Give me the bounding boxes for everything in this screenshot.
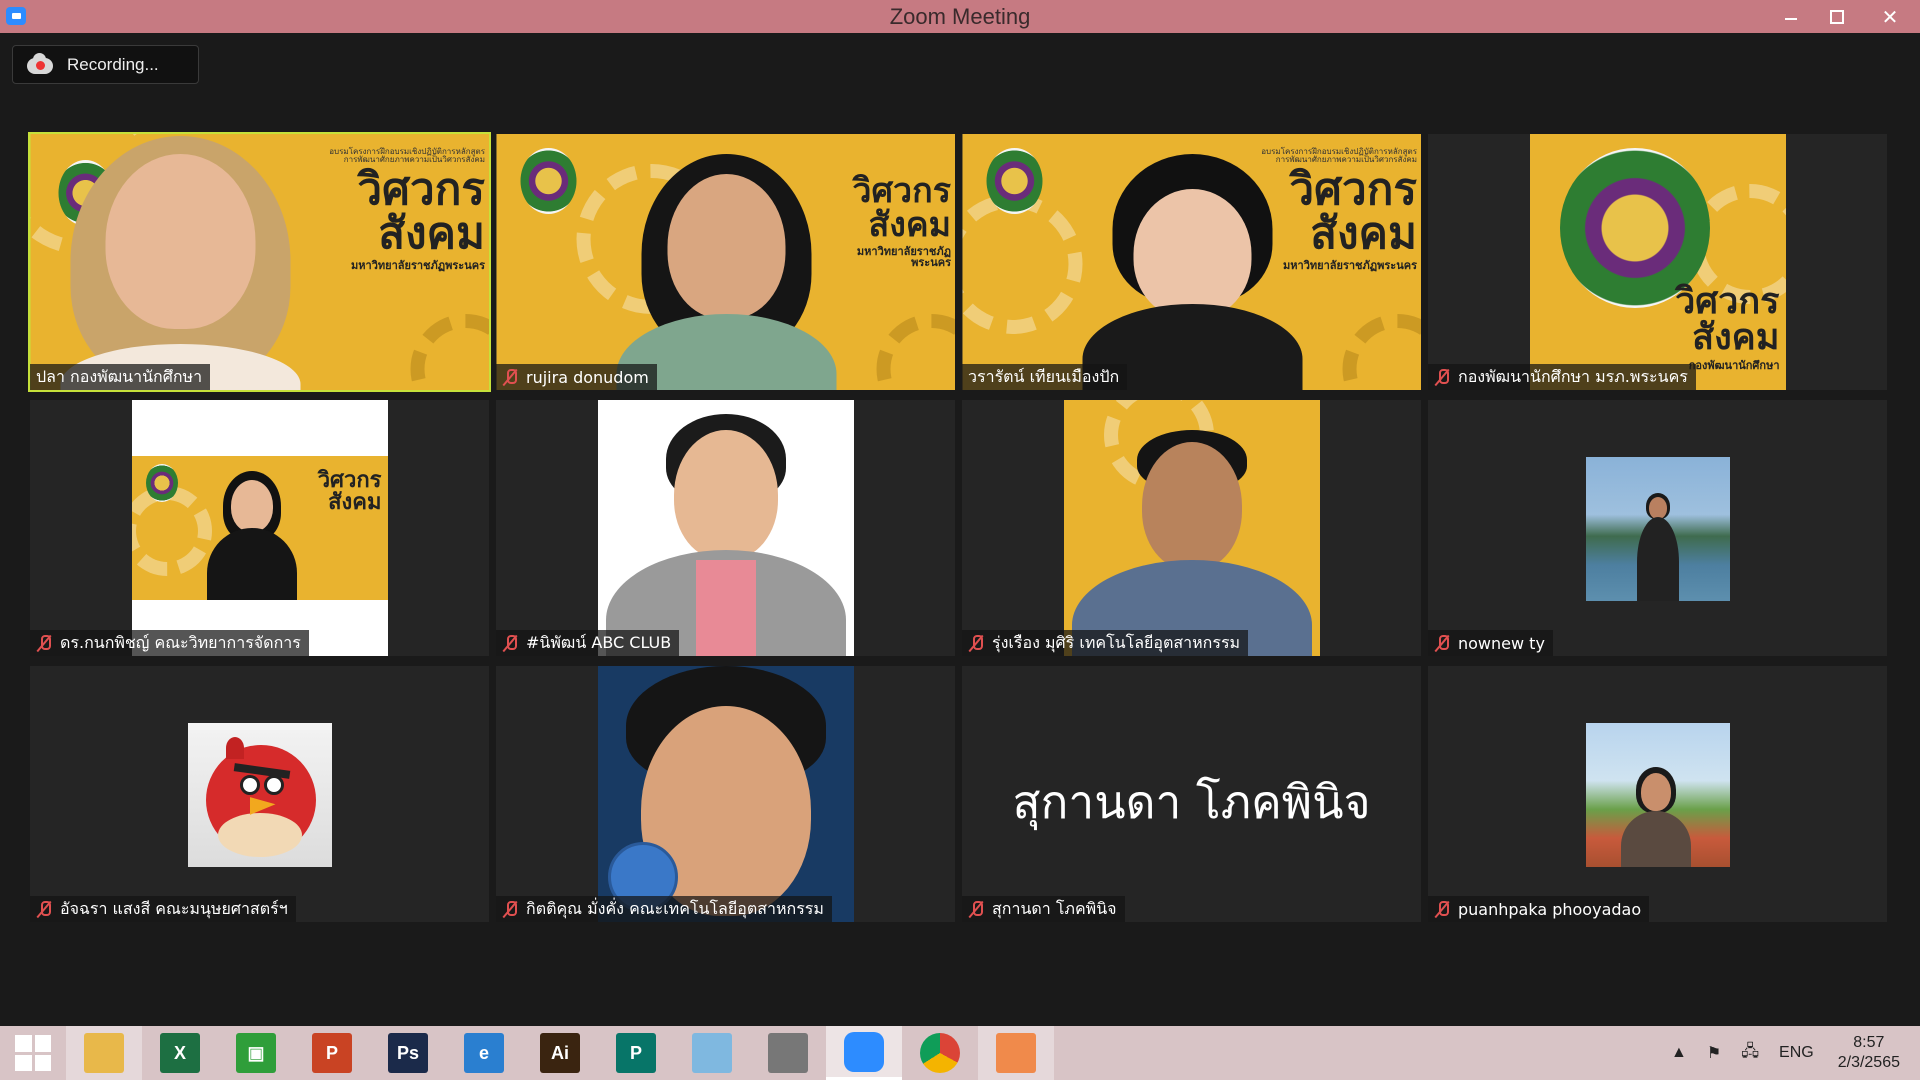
- taskbar-app-photoshop[interactable]: Ps: [370, 1026, 446, 1080]
- muted-mic-icon: [1434, 900, 1450, 918]
- taskbar-app-store[interactable]: ▣: [218, 1026, 294, 1080]
- muted-mic-icon: [502, 634, 518, 652]
- chrome-icon: [920, 1033, 960, 1073]
- participant-tile[interactable]: nownew ty: [1428, 400, 1887, 656]
- language-indicator[interactable]: ENG: [1769, 1026, 1824, 1080]
- start-button[interactable]: [0, 1026, 66, 1080]
- taskbar-apps: X ▣ P Ps e Ai P: [66, 1026, 1054, 1080]
- participant-name: #นิพัฒน์ ABC CLUB: [496, 630, 680, 656]
- participant-video: [1063, 400, 1320, 656]
- muted-mic-icon: [1434, 368, 1450, 386]
- participant-video: อบรมโครงการฝึกอบรมเชิงปฏิบัติการหลักสูตร…: [962, 134, 1421, 390]
- participant-display-name: สุกานดา โภคพินิจ: [1012, 775, 1371, 829]
- action-center-flag-icon[interactable]: ⚑: [1697, 1026, 1731, 1080]
- muted-mic-icon: [502, 368, 518, 386]
- photoscape-icon: [768, 1033, 808, 1073]
- taskbar: X ▣ P Ps e Ai P ▲ ⚑ 🖧 ENG 8:57 2/3/2565: [0, 1026, 1920, 1080]
- participant-video: วิศวกรสังคม: [131, 400, 388, 656]
- windows-logo-icon: [15, 1035, 51, 1071]
- participant-video: วิศวกรสังคม กองพัฒนานักศึกษา: [1529, 134, 1786, 390]
- title-bar: Zoom Meeting ✕: [0, 0, 1920, 33]
- participant-name: puanhpaka phooyadao: [1428, 896, 1650, 922]
- participant-video: วิศวกรสังคม มหาวิทยาลัยราชภัฏพระนคร: [496, 134, 955, 390]
- muted-mic-icon: [36, 900, 52, 918]
- muted-mic-icon: [502, 900, 518, 918]
- taskbar-app-photoscape[interactable]: [750, 1026, 826, 1080]
- taskbar-app-illustrator[interactable]: Ai: [522, 1026, 598, 1080]
- participant-name: nownew ty: [1428, 630, 1553, 656]
- participant-name: กิตติคุณ มั่งคั่ง คณะเทคโนโลยีอุตสาหกรรม: [496, 896, 832, 922]
- zoom-app-icon: [6, 7, 26, 25]
- participant-video: อบรมโครงการฝึกอบรมเชิงปฏิบัติการหลักสูตร…: [30, 134, 489, 390]
- photos-icon: [996, 1033, 1036, 1073]
- participant-gallery: อบรมโครงการฝึกอบรมเชิงปฏิบัติการหลักสูตร…: [28, 132, 1890, 926]
- taskbar-app-photos[interactable]: [978, 1026, 1054, 1080]
- system-tray: ▲ ⚑ 🖧 ENG 8:57 2/3/2565: [1661, 1026, 1920, 1080]
- taskbar-app-notes[interactable]: [674, 1026, 750, 1080]
- participant-tile[interactable]: #นิพัฒน์ ABC CLUB: [496, 400, 955, 656]
- participant-name: อัจฉรา แสงสี คณะมนุษยศาสตร์ฯ: [30, 896, 296, 922]
- recording-indicator[interactable]: Recording...: [12, 45, 199, 84]
- participant-tile[interactable]: สุกานดา โภคพินิจ สุกานดา โภคพินิจ: [962, 666, 1421, 922]
- clock-time: 8:57: [1853, 1034, 1885, 1051]
- taskbar-app-internet-explorer[interactable]: e: [446, 1026, 522, 1080]
- clock[interactable]: 8:57 2/3/2565: [1824, 1026, 1920, 1080]
- participant-video: [597, 400, 854, 656]
- muted-mic-icon: [36, 634, 52, 652]
- participant-avatar: [187, 723, 332, 867]
- taskbar-app-file-explorer[interactable]: [66, 1026, 142, 1080]
- photoshop-icon: Ps: [388, 1033, 428, 1073]
- taskbar-app-excel[interactable]: X: [142, 1026, 218, 1080]
- participant-avatar: [1585, 723, 1730, 867]
- muted-mic-icon: [968, 900, 984, 918]
- clock-date: 2/3/2565: [1837, 1054, 1900, 1071]
- participant-name: ปลา กองพัฒนานักศึกษา: [30, 364, 211, 390]
- participant-tile[interactable]: กิตติคุณ มั่งคั่ง คณะเทคโนโลยีอุตสาหกรรม: [496, 666, 955, 922]
- minimize-button[interactable]: [1768, 0, 1814, 33]
- recording-label: Recording...: [67, 54, 159, 74]
- taskbar-app-chrome[interactable]: [902, 1026, 978, 1080]
- participant-video: [597, 666, 854, 922]
- network-icon[interactable]: 🖧: [1731, 1026, 1769, 1080]
- participant-name: ดร.กนกพิชญ์ คณะวิทยาการจัดการ: [30, 630, 309, 656]
- participant-tile[interactable]: อบรมโครงการฝึกอบรมเชิงปฏิบัติการหลักสูตร…: [28, 132, 491, 392]
- participant-name: สุกานดา โภคพินิจ: [962, 896, 1125, 922]
- zoom-icon: [844, 1031, 884, 1072]
- participant-name: กองพัฒนานักศึกษา มรภ.พระนคร: [1428, 364, 1696, 390]
- file-explorer-icon: [84, 1033, 124, 1073]
- internet-explorer-icon: e: [464, 1033, 504, 1073]
- taskbar-app-publisher[interactable]: P: [598, 1026, 674, 1080]
- participant-tile[interactable]: puanhpaka phooyadao: [1428, 666, 1887, 922]
- notes-icon: [692, 1033, 732, 1073]
- participant-tile[interactable]: วิศวกรสังคม มหาวิทยาลัยราชภัฏพระนคร ruji…: [496, 134, 955, 390]
- participant-tile[interactable]: รุ่งเรือง มุศิริ เทคโนโลยีอุตสาหกรรม: [962, 400, 1421, 656]
- participant-avatar: [1585, 457, 1730, 601]
- muted-mic-icon: [968, 634, 984, 652]
- excel-icon: X: [160, 1033, 200, 1073]
- illustrator-icon: Ai: [540, 1033, 580, 1073]
- participant-tile[interactable]: วิศวกรสังคม ดร.กนกพิชญ์ คณะวิทยาการจัดกา…: [30, 400, 489, 656]
- chevron-up-icon[interactable]: ▲: [1661, 1026, 1697, 1080]
- taskbar-app-zoom[interactable]: [826, 1026, 902, 1080]
- participant-tile[interactable]: อบรมโครงการฝึกอบรมเชิงปฏิบัติการหลักสูตร…: [962, 134, 1421, 390]
- store-icon: ▣: [236, 1033, 276, 1073]
- close-button[interactable]: ✕: [1860, 0, 1920, 33]
- powerpoint-icon: P: [312, 1033, 352, 1073]
- taskbar-app-powerpoint[interactable]: P: [294, 1026, 370, 1080]
- window-controls: ✕: [1768, 0, 1920, 33]
- participant-name: รุ่งเรือง มุศิริ เทคโนโลยีอุตสาหกรรม: [962, 630, 1249, 656]
- cloud-recording-icon: [27, 52, 53, 75]
- participant-name: วรารัตน์ เทียนเมืองปัก: [962, 364, 1128, 390]
- participant-tile[interactable]: วิศวกรสังคม กองพัฒนานักศึกษา กองพัฒนานัก…: [1428, 134, 1887, 390]
- publisher-icon: P: [616, 1033, 656, 1073]
- restore-button[interactable]: [1814, 0, 1860, 33]
- muted-mic-icon: [1434, 634, 1450, 652]
- participant-tile[interactable]: อัจฉรา แสงสี คณะมนุษยศาสตร์ฯ: [30, 666, 489, 922]
- window-title: Zoom Meeting: [889, 3, 1031, 29]
- participant-name: rujira donudom: [496, 364, 657, 390]
